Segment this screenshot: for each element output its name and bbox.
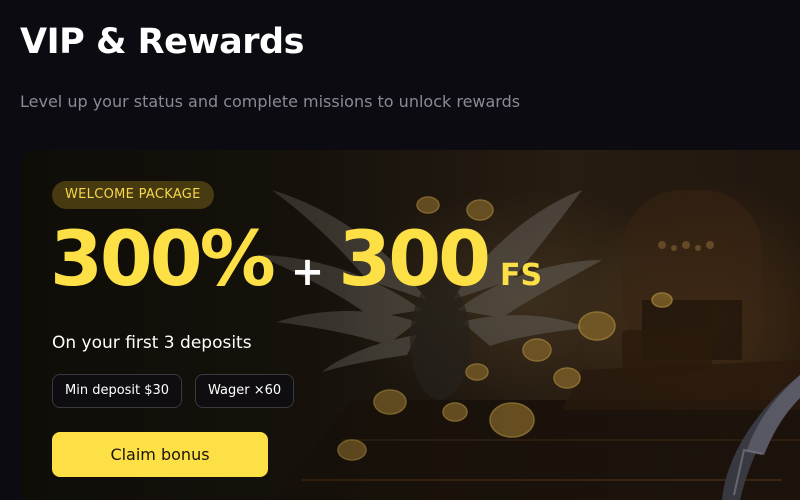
- plus-sign: +: [290, 249, 325, 295]
- bonus-headline: 300% + 300 FS: [50, 214, 542, 304]
- wager-tag: Wager ×60: [195, 374, 295, 408]
- min-deposit-tag: Min deposit $30: [52, 374, 183, 408]
- free-spins-count: 300: [338, 214, 491, 303]
- welcome-package-badge: WELCOME PACKAGE: [52, 181, 214, 209]
- bonus-percent: 300%: [50, 214, 276, 303]
- free-spins-unit: FS: [499, 258, 543, 293]
- page-title: VIP & Rewards: [20, 22, 304, 62]
- vip-rewards-page: VIP & Rewards Level up your status and c…: [0, 0, 800, 500]
- page-subtitle: Level up your status and complete missio…: [20, 92, 521, 111]
- welcome-package-banner: WELCOME PACKAGE 300% + 300 FS On your fi…: [22, 150, 800, 500]
- deposit-description: On your first 3 deposits: [52, 333, 252, 353]
- claim-bonus-button[interactable]: Claim bonus: [52, 432, 268, 477]
